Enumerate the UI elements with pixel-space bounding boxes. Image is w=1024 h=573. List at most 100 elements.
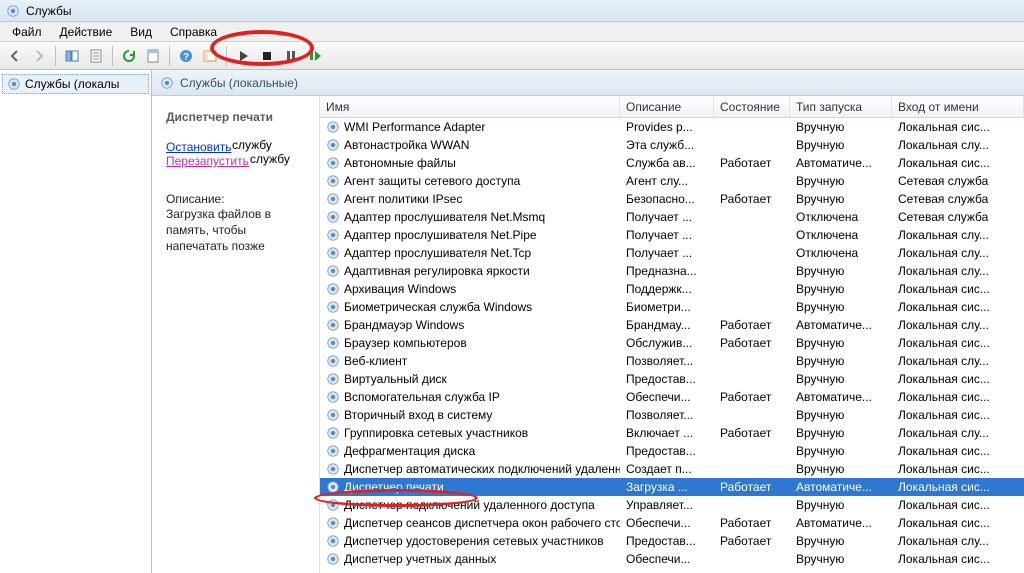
service-desc: Предназна... bbox=[620, 264, 714, 278]
refresh-button[interactable] bbox=[118, 45, 140, 67]
service-row[interactable]: Адаптивная регулировка яркостиПредназна.… bbox=[320, 262, 1024, 280]
menu-help[interactable]: Справка bbox=[162, 23, 225, 41]
detail-title: Диспетчер печати bbox=[166, 110, 309, 124]
service-name: Диспетчер автоматических подключений уда… bbox=[344, 462, 620, 476]
col-logon[interactable]: Вход от имени bbox=[892, 96, 1024, 117]
menu-view[interactable]: Вид bbox=[122, 23, 160, 41]
service-desc: Агент слу... bbox=[620, 174, 714, 188]
service-row[interactable]: Адаптер прослушивателя Net.TcpПолучает .… bbox=[320, 244, 1024, 262]
gear-icon bbox=[326, 480, 340, 494]
service-row[interactable]: Биометрическая служба WindowsБиометри...… bbox=[320, 298, 1024, 316]
service-logon: Локальная сис... bbox=[892, 336, 1024, 350]
menu-file[interactable]: Файл bbox=[4, 23, 50, 41]
pause-service-button[interactable] bbox=[280, 45, 302, 67]
service-row[interactable]: Агент политики IPsecБезопасно...Работает… bbox=[320, 190, 1024, 208]
description-text: Загрузка файлов в память, чтобы напечата… bbox=[166, 206, 309, 255]
show-hide-tree-button[interactable] bbox=[61, 45, 83, 67]
service-row[interactable]: Агент защиты сетевого доступаАгент слу..… bbox=[320, 172, 1024, 190]
service-logon: Локальная сис... bbox=[892, 462, 1024, 476]
service-row[interactable]: Архивация WindowsПоддержк...ВручнуюЛокал… bbox=[320, 280, 1024, 298]
svg-text:?: ? bbox=[183, 52, 189, 63]
service-row[interactable]: Автонастройка WWANЭта служб...ВручнуюЛок… bbox=[320, 136, 1024, 154]
service-desc: Получает ... bbox=[620, 210, 714, 224]
service-logon: Сетевая служба bbox=[892, 192, 1024, 206]
service-logon: Локальная слу... bbox=[892, 534, 1024, 548]
gear-icon bbox=[326, 390, 340, 404]
console-tree-button[interactable] bbox=[199, 45, 221, 67]
col-name[interactable]: Имя bbox=[320, 96, 620, 117]
service-row[interactable]: Диспетчер удостоверения сетевых участник… bbox=[320, 532, 1024, 550]
service-name: Вспомогательная служба IP bbox=[344, 390, 500, 404]
service-row[interactable]: Браузер компьютеровОбслужив...РаботаетВр… bbox=[320, 334, 1024, 352]
service-logon: Локальная сис... bbox=[892, 282, 1024, 296]
service-row[interactable]: Диспетчер печатиЗагрузка ...РаботаетАвто… bbox=[320, 478, 1024, 496]
gear-icon bbox=[326, 174, 340, 188]
service-row[interactable]: Адаптер прослушивателя Net.PipeПолучает … bbox=[320, 226, 1024, 244]
service-row[interactable]: Вспомогательная служба IPОбеспечи...Рабо… bbox=[320, 388, 1024, 406]
service-name: Агент политики IPsec bbox=[344, 192, 462, 206]
service-start: Вручную bbox=[790, 462, 892, 476]
tree-pane[interactable]: Службы (локалы bbox=[0, 70, 152, 573]
service-name: Брандмауэр Windows bbox=[344, 318, 464, 332]
service-desc: Позволяет... bbox=[620, 354, 714, 368]
service-desc: Служба ав... bbox=[620, 156, 714, 170]
gear-icon bbox=[326, 138, 340, 152]
service-name: Диспетчер подключений удаленного доступа bbox=[344, 498, 595, 512]
service-row[interactable]: Виртуальный дискПредостав...ВручнуюЛокал… bbox=[320, 370, 1024, 388]
service-row[interactable]: Диспетчер подключений удаленного доступа… bbox=[320, 496, 1024, 514]
menu-action[interactable]: Действие bbox=[52, 23, 121, 41]
col-description[interactable]: Описание bbox=[620, 96, 714, 117]
service-start: Вручную bbox=[790, 408, 892, 422]
service-rows[interactable]: WMI Performance AdapterProvides p...Вруч… bbox=[320, 118, 1024, 573]
service-logon: Локальная сис... bbox=[892, 444, 1024, 458]
service-row[interactable]: Дефрагментация дискаПредостав...ВручнуюЛ… bbox=[320, 442, 1024, 460]
col-startup[interactable]: Тип запуска bbox=[790, 96, 892, 117]
service-row[interactable]: Адаптер прослушивателя Net.MsmqПолучает … bbox=[320, 208, 1024, 226]
service-name: Браузер компьютеров bbox=[344, 336, 467, 350]
service-logon: Локальная слу... bbox=[892, 228, 1024, 242]
service-row[interactable]: Диспетчер сеансов диспетчера окон рабоче… bbox=[320, 514, 1024, 532]
column-headers[interactable]: Имя Описание Состояние Тип запуска Вход … bbox=[320, 96, 1024, 118]
export-list-button[interactable] bbox=[85, 45, 107, 67]
service-desc: Предостав... bbox=[620, 372, 714, 386]
service-row[interactable]: Диспетчер учетных данныхОбеспечи...Вручн… bbox=[320, 550, 1024, 568]
service-start: Вручную bbox=[790, 336, 892, 350]
service-row[interactable]: Диспетчер автоматических подключений уда… bbox=[320, 460, 1024, 478]
menubar: Файл Действие Вид Справка bbox=[0, 22, 1024, 42]
service-row[interactable]: Веб-клиентПозволяет...ВручнуюЛокальная с… bbox=[320, 352, 1024, 370]
service-desc: Брандмау... bbox=[620, 318, 714, 332]
service-logon: Локальная слу... bbox=[892, 264, 1024, 278]
service-start: Вручную bbox=[790, 426, 892, 440]
service-name: Автонастройка WWAN bbox=[344, 138, 469, 152]
titlebar: Службы bbox=[0, 0, 1024, 22]
nav-forward-button[interactable] bbox=[28, 45, 50, 67]
service-row[interactable]: Вторичный вход в системуПозволяет...Вруч… bbox=[320, 406, 1024, 424]
service-desc: Получает ... bbox=[620, 246, 714, 260]
gear-icon bbox=[326, 336, 340, 350]
properties-button[interactable] bbox=[142, 45, 164, 67]
service-row[interactable]: Брандмауэр WindowsБрандмау...РаботаетАвт… bbox=[320, 316, 1024, 334]
gear-icon bbox=[326, 444, 340, 458]
service-desc: Создает п... bbox=[620, 462, 714, 476]
start-service-button[interactable] bbox=[232, 45, 254, 67]
service-row[interactable]: Автономные файлыСлужба ав...РаботаетАвто… bbox=[320, 154, 1024, 172]
help-button[interactable]: ? bbox=[175, 45, 197, 67]
restart-service-button[interactable] bbox=[304, 45, 326, 67]
service-row[interactable]: WMI Performance AdapterProvides p...Вруч… bbox=[320, 118, 1024, 136]
service-start: Вручную bbox=[790, 264, 892, 278]
stop-service-button[interactable] bbox=[256, 45, 278, 67]
service-row[interactable]: Группировка сетевых участниковВключает .… bbox=[320, 424, 1024, 442]
col-state[interactable]: Состояние bbox=[714, 96, 790, 117]
service-start: Автоматиче... bbox=[790, 390, 892, 404]
description-label: Описание: bbox=[166, 192, 309, 206]
service-start: Вручную bbox=[790, 174, 892, 188]
tree-node-services[interactable]: Службы (локалы bbox=[2, 74, 149, 94]
service-start: Вручную bbox=[790, 444, 892, 458]
service-start: Автоматиче... bbox=[790, 156, 892, 170]
service-logon: Локальная сис... bbox=[892, 390, 1024, 404]
service-logon: Локальная сис... bbox=[892, 516, 1024, 530]
nav-back-button[interactable] bbox=[4, 45, 26, 67]
service-name: Биометрическая служба Windows bbox=[344, 300, 532, 314]
gear-icon bbox=[326, 318, 340, 332]
service-logon: Локальная сис... bbox=[892, 552, 1024, 566]
